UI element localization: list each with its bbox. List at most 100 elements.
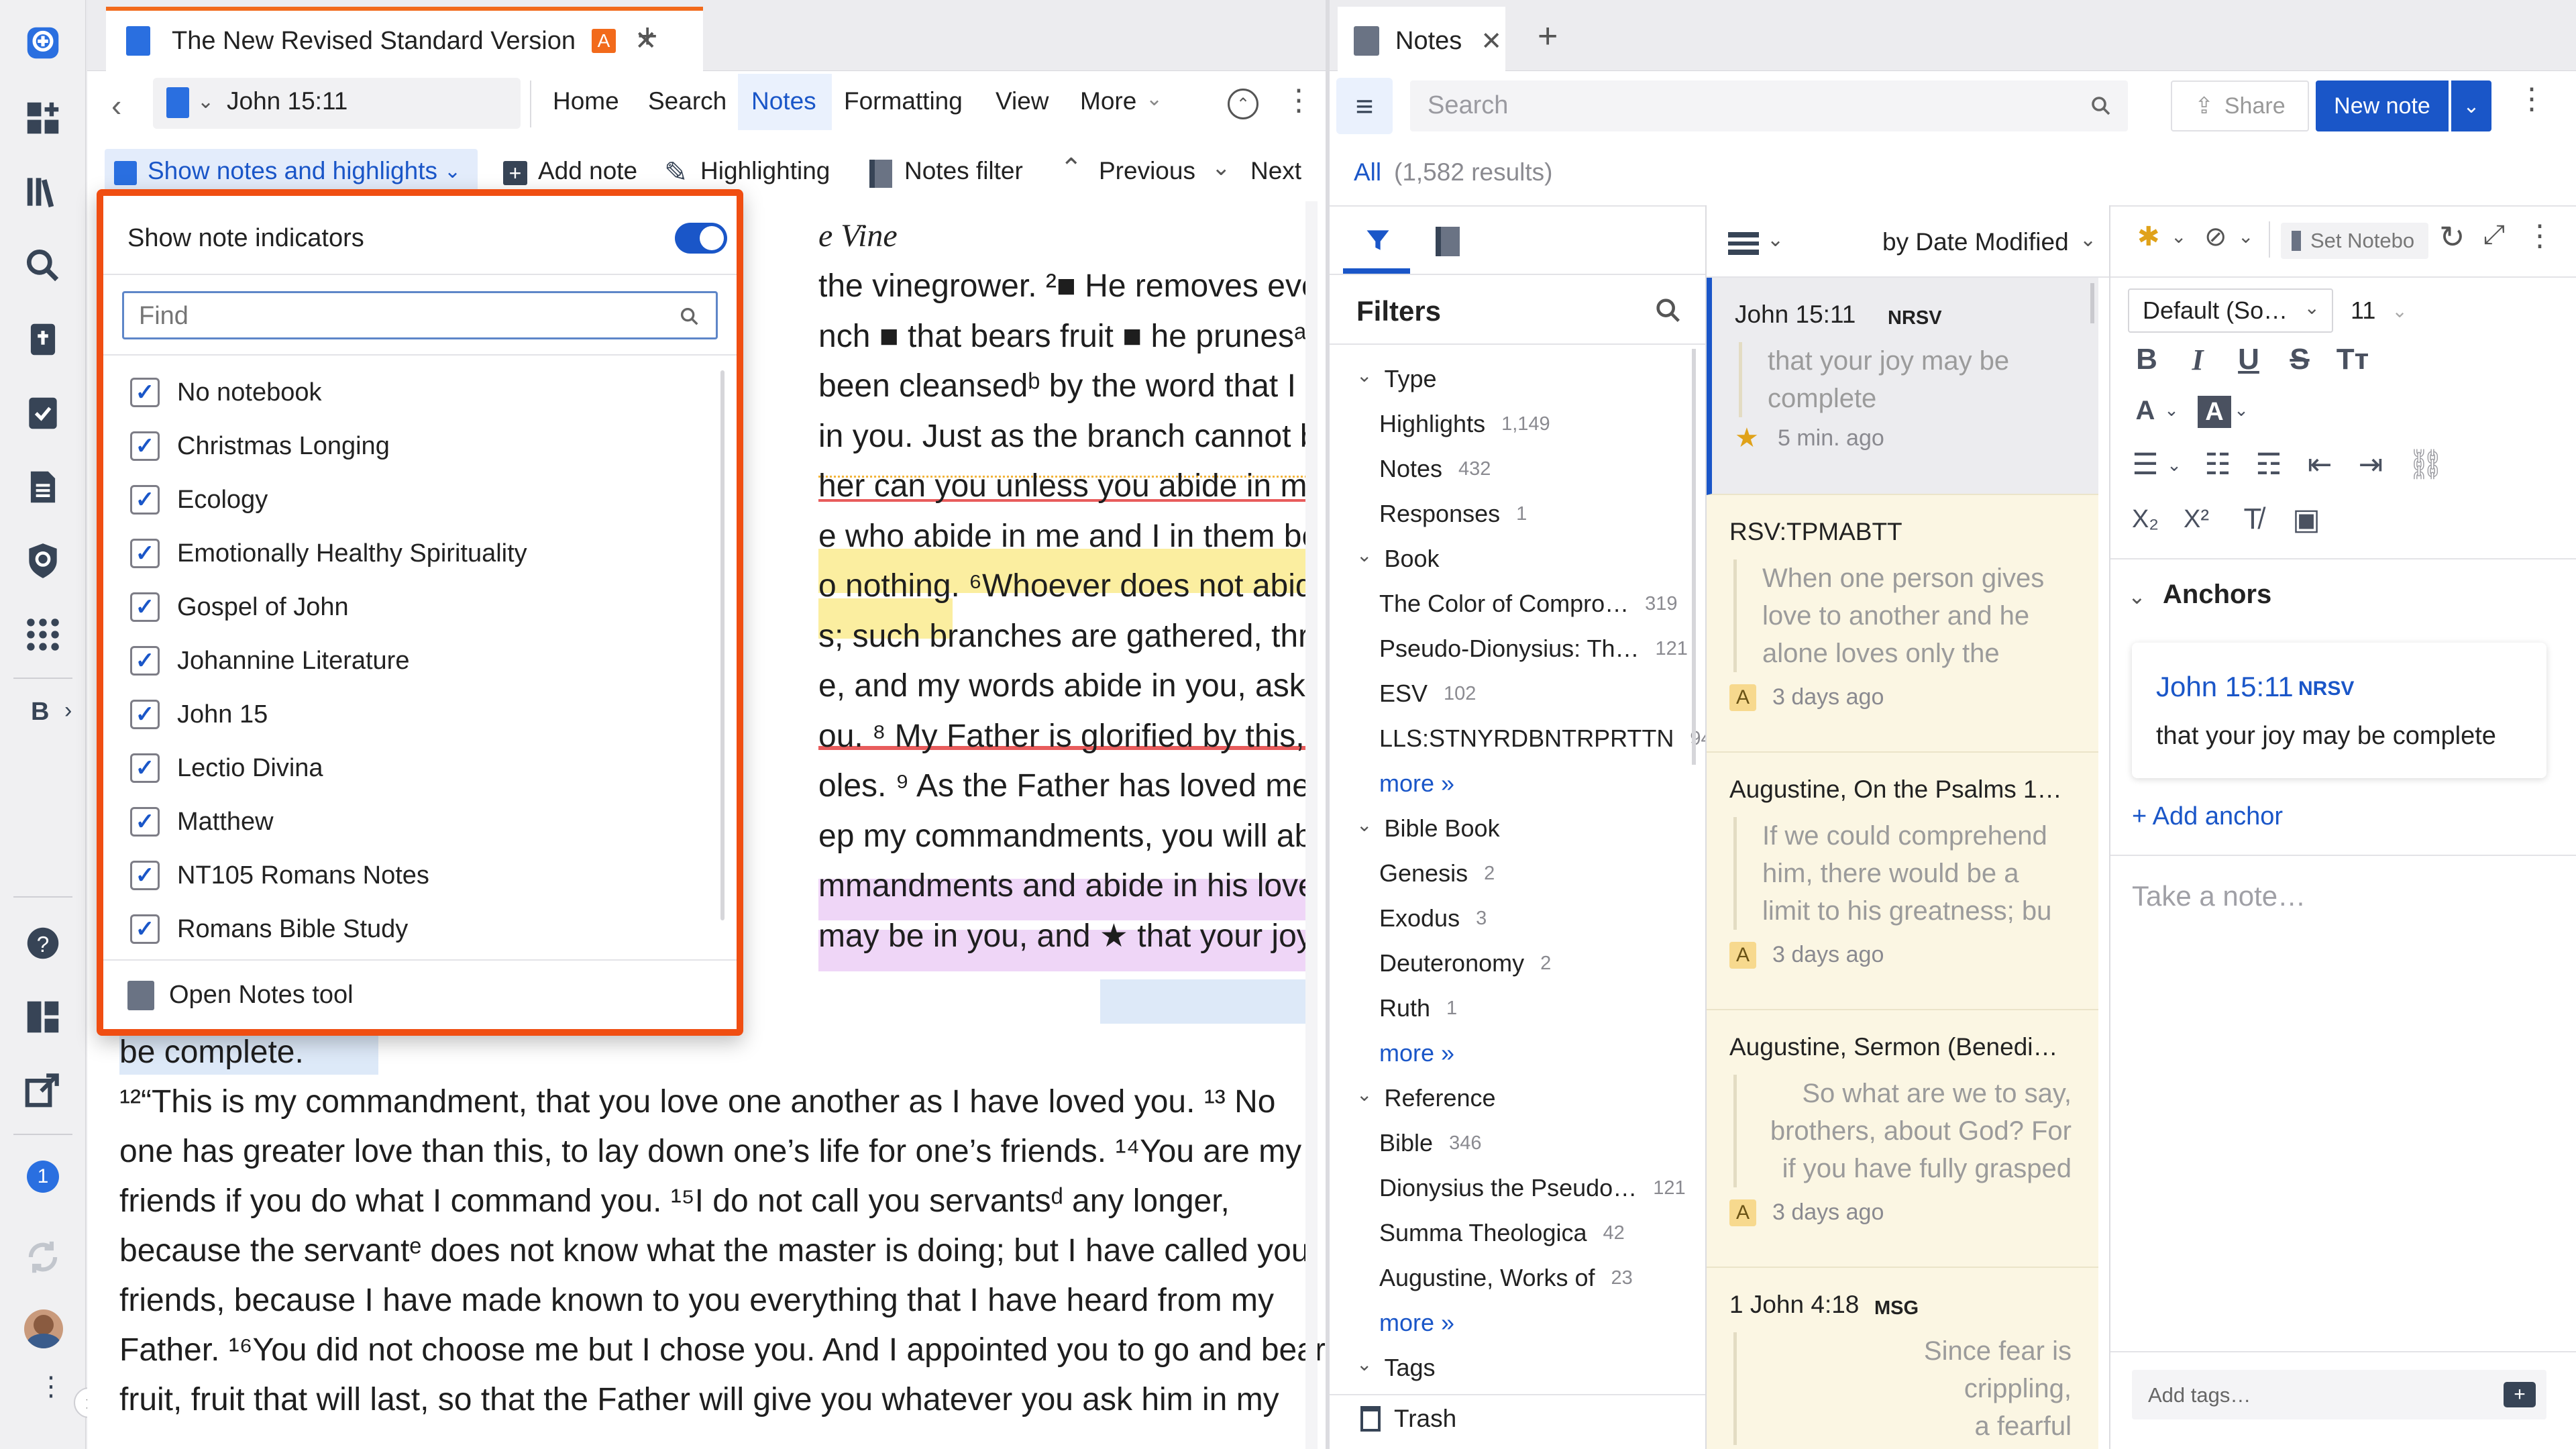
chevron-right-icon[interactable]: › [64, 698, 72, 724]
share-button[interactable]: ⇪ Share [2171, 80, 2309, 131]
layout-icon[interactable] [20, 994, 66, 1040]
sync-icon[interactable] [20, 1234, 66, 1280]
tags-input[interactable]: Add tags… + [2132, 1370, 2546, 1419]
align-chevron-icon[interactable]: ⌄ [2164, 448, 2184, 482]
notebook-item[interactable]: ✓ Romans Bible Study [130, 903, 408, 950]
notes-tab[interactable]: Notes ✕ [1338, 7, 1505, 71]
filter-more[interactable]: more » [1379, 1301, 1454, 1345]
filter-tab[interactable] [1343, 209, 1410, 274]
editor-menu-icon[interactable]: ⋮ [2525, 219, 2555, 253]
notes-filter-button[interactable]: Notes filter [904, 157, 1023, 185]
notebook-scrollbar[interactable] [720, 370, 724, 920]
menu-notes[interactable]: Notes [751, 87, 816, 115]
collapse-chevron-icon[interactable]: ⌄ [1356, 364, 1372, 386]
sort-label[interactable]: by Date Modified [1882, 228, 2069, 256]
reader-scrollbar[interactable] [1305, 201, 1318, 1449]
documents-icon[interactable] [20, 464, 66, 510]
add-note-button[interactable]: Add note [538, 157, 637, 185]
notebook-item[interactable]: ✓ Matthew [130, 796, 274, 848]
nostyle-chevron-icon[interactable]: ⌄ [2238, 225, 2253, 248]
style-chevron-icon[interactable]: ⌄ [2171, 225, 2186, 248]
add-anchor-link[interactable]: + Add anchor [2132, 802, 2283, 831]
anchor-card[interactable]: John 15:11 NRSV that your joy may be com… [2132, 643, 2546, 778]
filter-item[interactable]: LLS:STNYRDBNTRPRTTN94 [1379, 716, 1705, 761]
filter-item[interactable]: Genesis 2 [1379, 851, 1495, 896]
collapse-chevron-icon[interactable]: ⌄ [1356, 814, 1372, 836]
numbered-list-icon[interactable]: ☶ [2249, 444, 2289, 484]
bible-icon[interactable] [20, 317, 66, 362]
collapse-up-icon[interactable]: ⌃ [1228, 89, 1258, 119]
anchors-chevron-icon[interactable]: ⌄ [2128, 584, 2146, 609]
expand-icon[interactable]: ⤢ [2483, 220, 2505, 250]
next-button[interactable]: Next [1250, 157, 1301, 185]
filter-header[interactable]: ⌄ Bible Book [1356, 806, 1500, 851]
collapse-chevron-icon[interactable]: ⌄ [1356, 1353, 1372, 1375]
filter-item[interactable]: Highlights 1,149 [1379, 402, 1550, 446]
checkbox-checked-icon[interactable]: ✓ [130, 807, 160, 837]
star-style-icon[interactable]: ✱ [2137, 221, 2160, 252]
open-notes-tool-link[interactable]: Open Notes tool [169, 981, 354, 1010]
filter-more[interactable]: more » [1379, 761, 1454, 806]
font-color-icon[interactable]: A [2127, 390, 2164, 431]
menu-view[interactable]: View [996, 87, 1049, 115]
filter-more[interactable]: more » [1379, 1031, 1454, 1075]
underline-icon[interactable]: U [2229, 339, 2269, 380]
new-note-dropdown-icon[interactable]: ⌄ [2451, 80, 2491, 131]
collapse-chevron-icon[interactable]: ⌄ [1356, 544, 1372, 566]
notebook-item[interactable]: ✓ Ecology [130, 474, 268, 526]
strikethrough-icon[interactable]: S [2279, 339, 2320, 380]
notebooks-tab[interactable] [1413, 209, 1480, 274]
sort-chevron-icon[interactable]: ⌄ [2080, 228, 2096, 252]
show-notes-button[interactable]: Show notes and highlights [148, 157, 437, 185]
filter-header[interactable]: ⌄ Book [1356, 537, 1440, 581]
hamburger-menu-icon[interactable]: ≡ [1336, 78, 1393, 134]
back-arrow-icon[interactable]: ‹ [111, 87, 121, 123]
no-style-icon[interactable]: ⊘ [2204, 221, 2227, 252]
notification-badge[interactable]: 1 [27, 1161, 59, 1193]
filters-scrollbar[interactable] [1692, 349, 1696, 765]
panel-menu-icon[interactable]: ⋮ [1284, 83, 1313, 117]
highlight-chevron-icon[interactable]: ⌄ [2231, 393, 2251, 427]
bible-tab[interactable]: The New Revised Standard Version A ✕ [106, 7, 703, 71]
set-notebook-button[interactable]: Set Notebo [2281, 223, 2428, 259]
notebook-item[interactable]: ✓ John 15 [130, 688, 268, 741]
highlighting-button[interactable]: Highlighting [700, 157, 830, 185]
note-card[interactable]: Augustine, Sermon (Benedi… So what are we… [1707, 1010, 2098, 1268]
more-icon[interactable]: ⋮ [38, 1373, 64, 1400]
help-icon[interactable]: ? [20, 920, 66, 966]
search-icon[interactable] [20, 243, 66, 288]
notebook-item[interactable]: ✓ Gospel of John [130, 581, 349, 633]
checkbox-checked-icon[interactable]: ✓ [130, 539, 160, 568]
filter-item[interactable]: ESV 102 [1379, 672, 1476, 716]
new-note-button[interactable]: New note [2316, 80, 2449, 131]
note-card[interactable]: 1 John 4:18 MSG Since fear is crippling, a f… [1707, 1268, 2098, 1449]
notebook-item[interactable]: ✓ Johannine Literature [130, 635, 409, 687]
menu-search[interactable]: Search [648, 87, 727, 115]
align-icon[interactable]: ☰ [2125, 444, 2165, 484]
checkbox-checked-icon[interactable]: ✓ [130, 378, 160, 407]
size-select[interactable]: 11 ⌄ [2351, 288, 2415, 333]
dashboard-icon[interactable] [20, 95, 66, 141]
insert-image-icon[interactable]: ▣ [2286, 499, 2326, 539]
checkbox-checked-icon[interactable]: ✓ [130, 914, 160, 944]
library-icon[interactable] [20, 169, 66, 215]
add-tag-icon[interactable]: + [2504, 1382, 2536, 1407]
indent-icon[interactable]: ⇥ [2351, 444, 2391, 484]
refresh-icon[interactable]: ↻ [2439, 219, 2465, 255]
filter-item[interactable]: Augustine, Works of 23 [1379, 1256, 1633, 1300]
filter-item[interactable]: Summa Theologica 42 [1379, 1211, 1625, 1255]
filter-item[interactable]: Bible 346 [1379, 1121, 1481, 1165]
filter-header[interactable]: ⌄ Reference [1356, 1076, 1496, 1120]
subscript-icon[interactable]: X₂ [2125, 499, 2165, 539]
note-list-scrollbar[interactable] [2090, 283, 2094, 323]
panel-divider[interactable] [1326, 0, 1330, 1449]
link-icon[interactable]: ⛓ [2406, 444, 2446, 484]
notebook-item[interactable]: ✓ Christmas Longing [130, 420, 390, 472]
font-color-chevron-icon[interactable]: ⌄ [2161, 393, 2182, 427]
notebook-item[interactable]: ✓ No notebook [130, 366, 322, 419]
checkbox-checked-icon[interactable]: ✓ [130, 861, 160, 890]
notebook-item[interactable]: ✓ Lectio Divina [130, 742, 323, 794]
notes-search-input[interactable]: Search [1410, 80, 2128, 131]
notebook-item[interactable]: ✓ Emotionally Healthy Spirituality [130, 527, 527, 580]
italic-icon[interactable]: I [2178, 339, 2218, 380]
